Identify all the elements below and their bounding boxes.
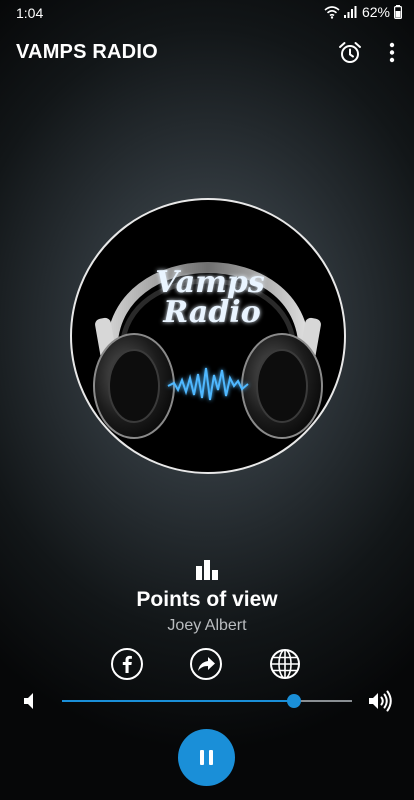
more-icon xyxy=(389,42,395,63)
globe-icon xyxy=(270,649,300,679)
app-title: VAMPS RADIO xyxy=(16,41,158,63)
volume-high-icon[interactable] xyxy=(368,690,394,712)
signal-icon xyxy=(343,6,357,18)
status-bar: 1:04 62% xyxy=(0,0,414,26)
volume-slider-fill xyxy=(62,700,294,702)
track-title: Points of view xyxy=(136,588,278,611)
app-bar: VAMPS RADIO xyxy=(0,26,414,80)
share-icon xyxy=(190,648,222,680)
alarm-button[interactable] xyxy=(337,40,363,66)
battery-percent: 62% xyxy=(361,4,390,20)
website-button[interactable] xyxy=(269,648,301,680)
pause-button[interactable] xyxy=(178,729,235,786)
headphones-logo-art: Vamps Radio xyxy=(93,262,323,439)
facebook-button[interactable] xyxy=(111,648,143,680)
wifi-icon xyxy=(324,6,340,19)
logo-text-line2: Radio xyxy=(162,295,260,330)
more-options-button[interactable] xyxy=(380,40,404,66)
volume-low-icon[interactable] xyxy=(22,691,40,711)
alarm-icon xyxy=(339,42,361,63)
track-artist: Joey Albert xyxy=(167,617,247,634)
status-icons: 62% xyxy=(324,4,402,20)
volume-slider-thumb[interactable] xyxy=(287,694,301,708)
share-button[interactable] xyxy=(190,648,222,680)
station-logo: Vamps Radio xyxy=(70,198,346,474)
equalizer-icon xyxy=(196,560,218,580)
status-time: 1:04 xyxy=(16,5,44,21)
facebook-icon xyxy=(111,648,143,680)
battery-icon xyxy=(394,5,402,19)
volume-slider[interactable] xyxy=(62,692,352,710)
